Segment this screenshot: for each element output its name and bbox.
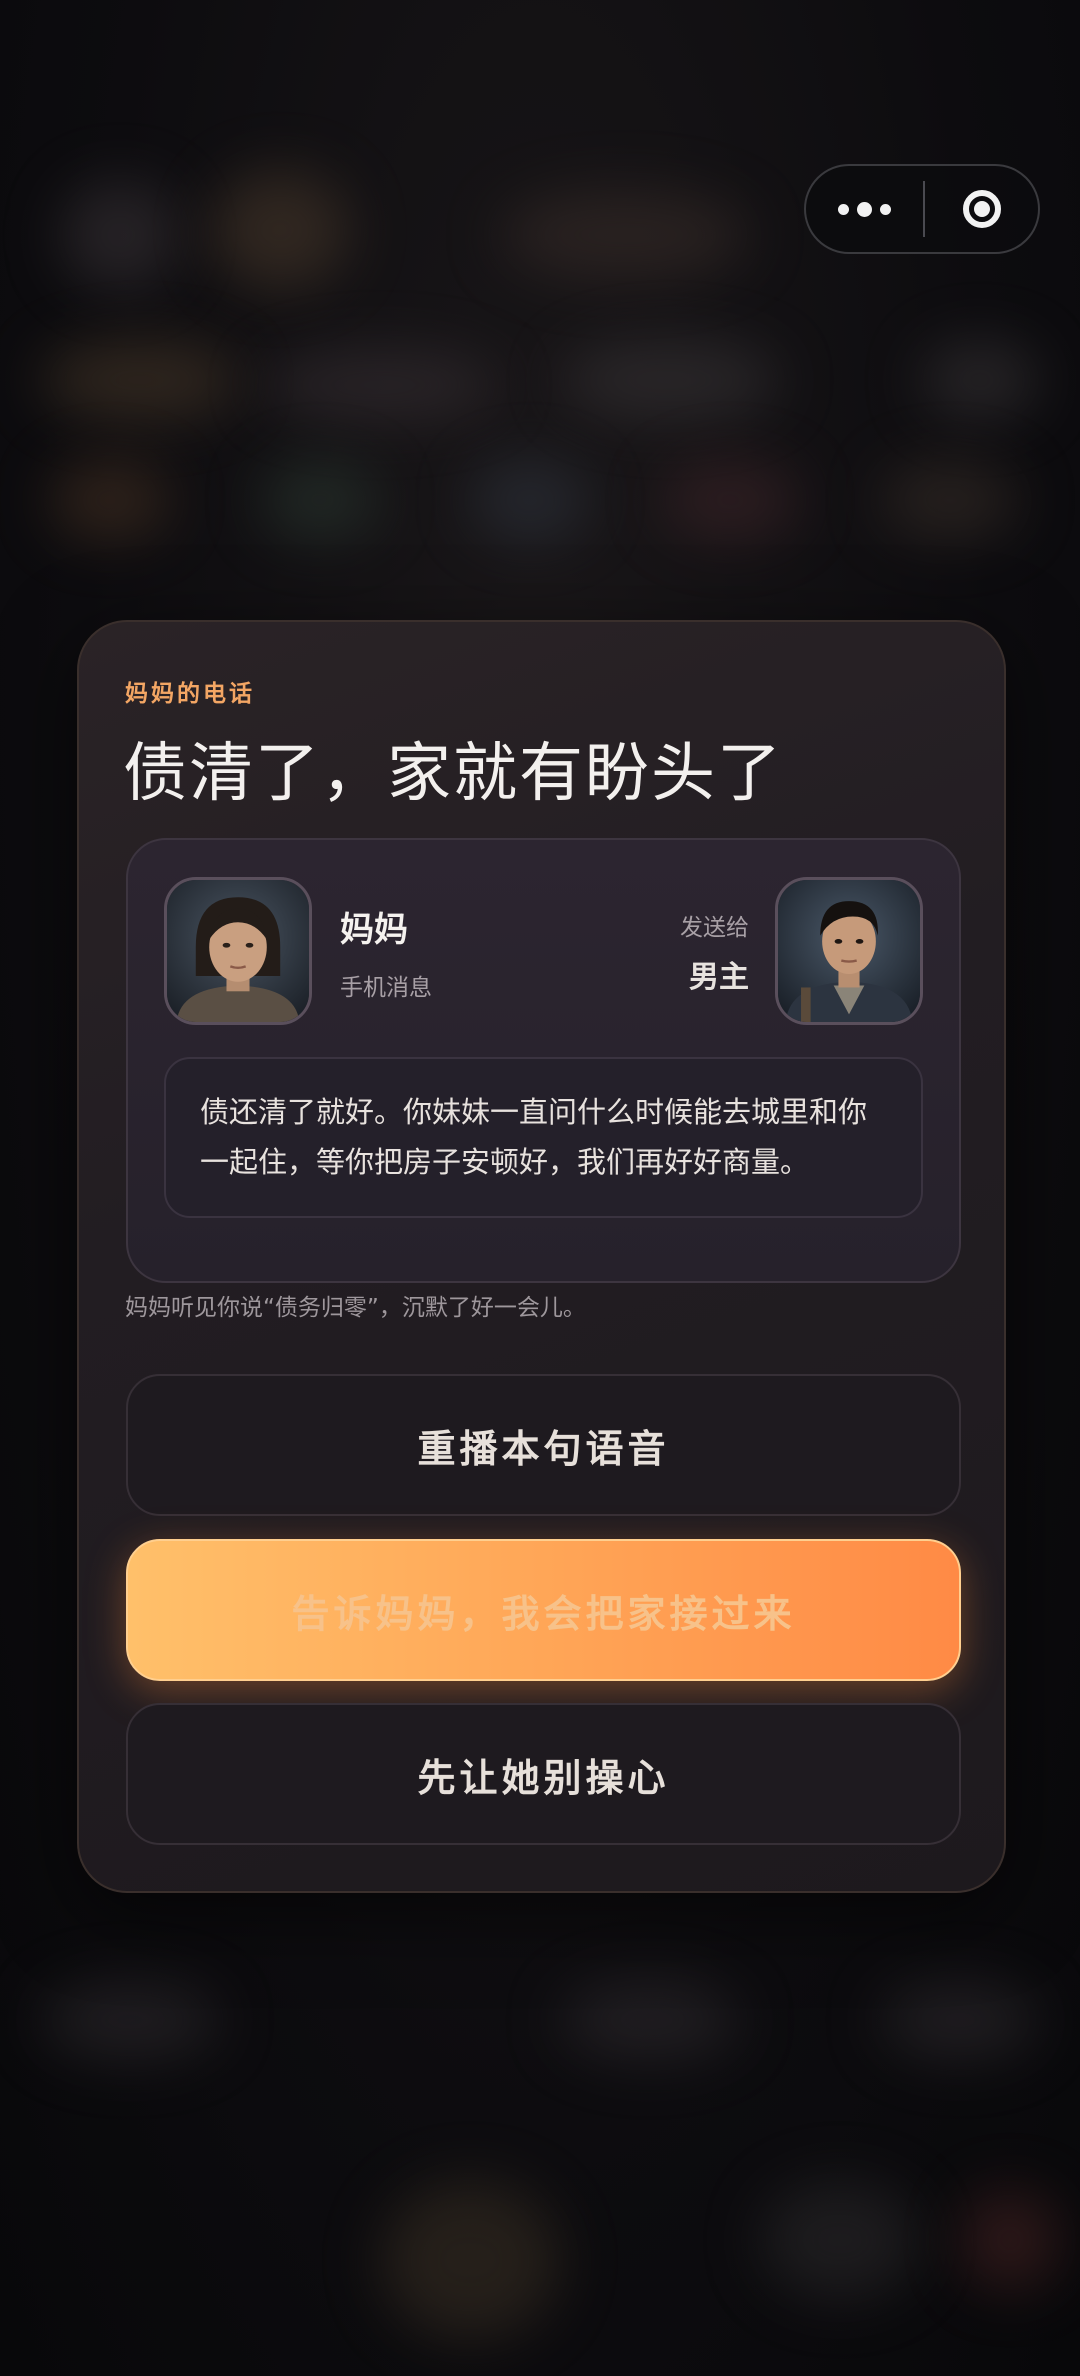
male-lead-avatar [775, 877, 923, 1025]
replay-voice-button[interactable]: 重播本句语音 [126, 1374, 961, 1516]
more-button[interactable] [806, 166, 923, 252]
receiver-name: 男主 [689, 960, 749, 995]
narration-hint: 妈妈听见你说“债务归零”，沉默了好一会儿。 [125, 1295, 586, 1321]
target-circle-icon [962, 190, 1001, 228]
male-lead-portrait-icon [778, 880, 920, 1022]
mother-portrait-icon [167, 880, 309, 1022]
bg-blob [260, 460, 380, 540]
sender-name: 妈妈 [340, 910, 408, 950]
bg-blob [560, 1980, 740, 2060]
bg-blob [880, 460, 1020, 540]
more-dots-icon [838, 203, 849, 215]
dialog-eyebrow: 妈妈的电话 [125, 681, 255, 707]
bg-blob [50, 460, 170, 540]
bg-blob [260, 350, 500, 420]
bg-blob [500, 190, 750, 280]
bg-blob [760, 2180, 920, 2300]
more-dots-icon [880, 203, 891, 215]
bg-blob [380, 2180, 560, 2340]
bg-blob [920, 340, 1040, 420]
bg-blob [40, 1980, 220, 2060]
bg-blob [960, 2190, 1060, 2290]
dont-worry-button[interactable]: 先让她别操心 [126, 1703, 961, 1845]
mother-avatar [164, 877, 312, 1025]
target-core [973, 201, 990, 217]
message-text: 债还清了就好。你妹妹一直问什么时候能去城里和你一起住，等你把房子安顿好，我们再好… [164, 1057, 923, 1218]
bg-blob [470, 460, 590, 540]
tell-mom-button[interactable]: 告诉妈妈，我会把家接过来 [126, 1539, 961, 1681]
dialog-title: 债清了，家就有盼头了 [123, 737, 783, 811]
bg-blob [660, 460, 800, 540]
bg-blob [560, 340, 780, 420]
send-to-label: 发送给 [680, 915, 749, 941]
message-panel: 妈妈 手机消息 发送给 男主 债还清了就好。你妹妹一直问什么时候能去城里和你一起… [126, 838, 961, 1283]
phone-call-dialog: 妈妈的电话 债清了，家就有盼头了 妈妈 手机消息 发送给 男主 债还清了就好。你… [77, 620, 1006, 1893]
close-mini-program-button[interactable] [925, 166, 1038, 252]
bg-blob [40, 340, 240, 420]
bg-blob [880, 1980, 1040, 2060]
bg-blob [60, 180, 180, 290]
mini-program-capsule [804, 164, 1040, 254]
more-dots-icon [857, 201, 872, 217]
sender-subtitle: 手机消息 [340, 975, 432, 1001]
bg-blob [210, 170, 350, 290]
